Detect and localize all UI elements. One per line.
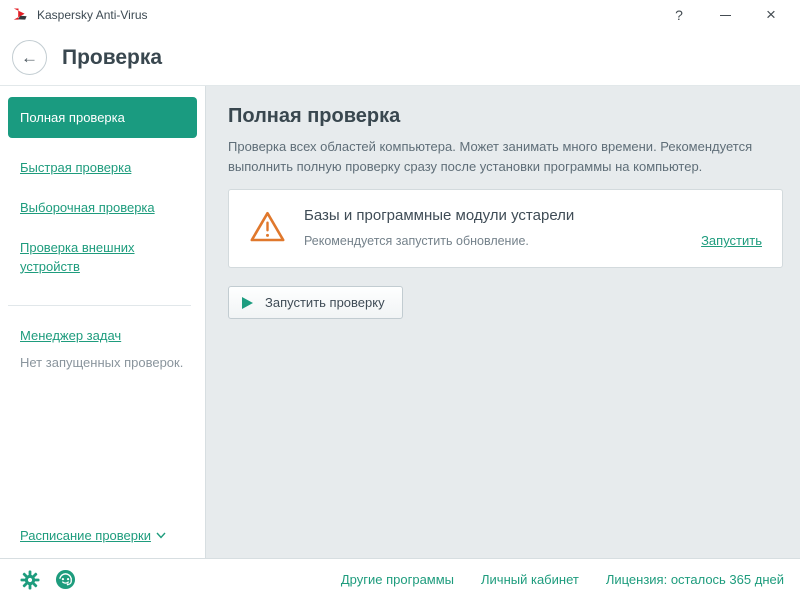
- warning-title: Базы и программные модули устарели: [304, 207, 762, 224]
- sidebar-item-quick-scan[interactable]: Быстрая проверка: [20, 159, 185, 178]
- kaspersky-logo-icon: [12, 7, 28, 23]
- warning-triangle-icon: [249, 210, 286, 243]
- close-button[interactable]: ×: [748, 0, 794, 30]
- run-update-link[interactable]: Запустить: [701, 233, 762, 248]
- sidebar: Полная проверка Быстрая проверка Выбороч…: [0, 86, 206, 558]
- scan-schedule-label: Расписание проверки: [20, 528, 151, 543]
- back-arrow-icon: ←: [21, 48, 38, 68]
- app-title: Kaspersky Anti-Virus: [37, 8, 148, 22]
- chevron-down-icon: [156, 532, 166, 539]
- warning-body: Базы и программные модули устарели Реком…: [304, 207, 762, 248]
- run-scan-label: Запустить проверку: [265, 295, 385, 310]
- settings-button[interactable]: [20, 570, 40, 590]
- sidebar-item-external-devices-scan[interactable]: Проверка внешних устройств: [20, 239, 178, 277]
- scan-schedule-link[interactable]: Расписание проверки: [20, 528, 166, 543]
- page-header: ← Проверка: [0, 30, 800, 86]
- warning-row: Рекомендуется запустить обновление. Запу…: [304, 233, 762, 248]
- minimize-button[interactable]: [702, 0, 748, 30]
- warning-card: Базы и программные модули устарели Реком…: [228, 189, 783, 268]
- sidebar-divider: [8, 305, 191, 306]
- scan-title: Полная проверка: [228, 105, 783, 128]
- task-manager-status: Нет запущенных проверок.: [20, 355, 185, 370]
- run-scan-button[interactable]: Запустить проверку: [228, 286, 403, 319]
- support-agent-icon: [55, 569, 76, 590]
- help-button[interactable]: ?: [656, 0, 702, 30]
- back-button[interactable]: ←: [12, 40, 47, 75]
- gear-icon: [20, 570, 40, 590]
- play-icon: [242, 297, 253, 309]
- footer: Другие программы Личный кабинет Лицензия…: [0, 558, 800, 600]
- footer-link-other-programs[interactable]: Другие программы: [341, 572, 454, 587]
- page-title: Проверка: [62, 46, 162, 70]
- support-button[interactable]: [55, 569, 76, 590]
- titlebar: Kaspersky Anti-Virus ? ×: [0, 0, 800, 30]
- warning-message: Рекомендуется запустить обновление.: [304, 234, 529, 248]
- footer-link-license[interactable]: Лицензия: осталось 365 дней: [606, 572, 784, 587]
- main-panel: Полная проверка Проверка всех областей к…: [206, 86, 800, 558]
- kaspersky-window: Kaspersky Anti-Virus ? × ← Проверка Полн…: [0, 0, 800, 600]
- footer-link-my-account[interactable]: Личный кабинет: [481, 572, 579, 587]
- sidebar-item-task-manager[interactable]: Менеджер задач: [20, 327, 185, 346]
- scan-description: Проверка всех областей компьютера. Может…: [228, 137, 780, 177]
- footer-links: Другие программы Личный кабинет Лицензия…: [341, 572, 784, 587]
- sidebar-item-full-scan[interactable]: Полная проверка: [8, 97, 197, 138]
- minimize-icon: [720, 15, 731, 16]
- window-controls: ? ×: [656, 0, 800, 30]
- sidebar-item-custom-scan[interactable]: Выборочная проверка: [20, 199, 185, 218]
- content-body: Полная проверка Быстрая проверка Выбороч…: [0, 86, 800, 558]
